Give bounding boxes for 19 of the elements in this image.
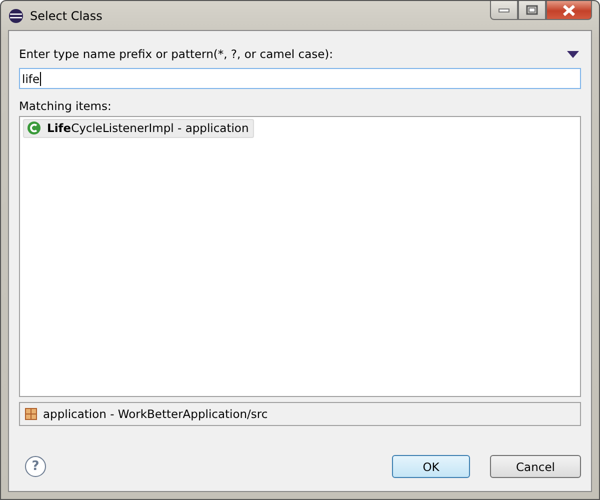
pattern-label: Enter type name prefix or pattern(*, ?, or camel case):	[19, 47, 334, 61]
minimize-icon	[498, 7, 510, 13]
class-list-item[interactable]: LifeCycleListenerImpl - application	[23, 119, 254, 138]
status-text: application - WorkBetterApplication/src	[43, 407, 268, 421]
pattern-field[interactable]: life	[19, 68, 581, 89]
eclipse-icon	[8, 8, 24, 24]
dialog-button[interactable]: OK	[392, 455, 470, 478]
window-title: Select Class	[30, 8, 104, 22]
minimize-button[interactable]	[490, 1, 518, 20]
maximize-icon	[526, 5, 538, 15]
close-button[interactable]	[546, 1, 592, 20]
package-icon	[25, 408, 37, 420]
close-icon	[562, 4, 576, 16]
class-icon	[27, 121, 41, 135]
dialog-button[interactable]: Cancel	[490, 455, 581, 478]
dropdown-menu-icon[interactable]	[567, 50, 579, 58]
matching-items-label: Matching items:	[19, 99, 112, 113]
help-button[interactable]: ?	[25, 456, 46, 477]
maximize-button[interactable]	[518, 1, 546, 20]
